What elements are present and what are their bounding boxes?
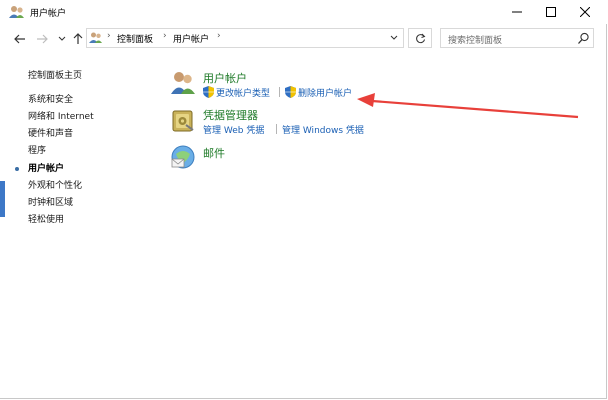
credential-vault-icon[interactable] [170, 107, 196, 133]
control-panel-icon [89, 31, 103, 45]
title-bar: 用户帐户 [0, 0, 607, 24]
navigation-bar: › 控制面板 › 用户帐户 › 搜索控制面板 [0, 27, 607, 51]
users-icon[interactable] [170, 70, 196, 96]
nav-link-clock-region[interactable]: 时钟和区域 [28, 195, 73, 208]
back-button[interactable] [12, 31, 28, 47]
nav-link-system-security[interactable]: 系统和安全 [28, 92, 73, 105]
category-title-mail[interactable]: 邮件 [203, 145, 225, 161]
minimize-button[interactable] [499, 0, 535, 24]
back-arrow-icon [14, 34, 25, 44]
address-bar[interactable]: › 控制面板 › 用户帐户 › [86, 28, 404, 48]
minimize-icon [512, 11, 522, 13]
manage-web-credentials-link[interactable]: 管理 Web 凭据 [203, 123, 264, 136]
current-item-bullet [15, 167, 19, 171]
search-placeholder: 搜索控制面板 [448, 36, 503, 46]
refresh-icon [415, 33, 425, 43]
remove-user-account-link[interactable]: 删除用户帐户 [298, 86, 352, 99]
change-account-type-link[interactable]: 更改帐户类型 [216, 86, 270, 99]
up-button[interactable] [70, 31, 86, 47]
close-icon [580, 7, 590, 17]
control-panel-home-link[interactable]: 控制面板主页 [28, 68, 82, 81]
category-title-credential-manager[interactable]: 凭据管理器 [203, 107, 258, 123]
annotation-arrow-icon [357, 93, 579, 119]
maximize-button[interactable] [533, 0, 569, 24]
search-icon[interactable] [577, 32, 590, 45]
mail-icon[interactable] [170, 144, 196, 170]
uac-shield-icon [203, 86, 214, 98]
category-title-user-accounts[interactable]: 用户帐户 [203, 70, 247, 86]
nav-link-hardware-sound[interactable]: 硬件和声音 [28, 126, 73, 139]
nav-link-appearance[interactable]: 外观和个性化 [28, 178, 82, 191]
recent-locations-button[interactable] [54, 31, 70, 47]
breadcrumb-separator-icon: › [163, 31, 167, 41]
window-title: 用户帐户 [30, 9, 67, 19]
uac-shield-icon [285, 86, 296, 98]
breadcrumb-user-accounts[interactable]: 用户帐户 [173, 32, 209, 45]
chevron-down-icon [390, 35, 398, 40]
nav-link-user-accounts[interactable]: 用户帐户 [28, 161, 64, 174]
nav-link-programs[interactable]: 程序 [28, 143, 46, 156]
breadcrumb-separator-icon: › [217, 31, 221, 41]
breadcrumb-control-panel[interactable]: 控制面板 [117, 32, 153, 45]
users-icon [9, 5, 25, 19]
nav-link-ease-of-access[interactable]: 轻松使用 [28, 212, 64, 225]
forward-arrow-icon [37, 34, 48, 44]
up-arrow-icon [73, 33, 83, 44]
search-input[interactable]: 搜索控制面板 [440, 28, 594, 48]
refresh-button[interactable] [408, 28, 432, 48]
close-button[interactable] [567, 0, 603, 24]
control-panel-window: 用户帐户 › 控制面板 › 用户帐户 › 搜索控制面板 控制面板主页 系统和安全… [0, 0, 607, 399]
maximize-icon [546, 7, 556, 17]
link-divider [279, 87, 280, 97]
link-divider [276, 124, 277, 134]
breadcrumb-separator-icon: › [107, 31, 111, 41]
address-dropdown-button[interactable] [387, 31, 401, 45]
background-window-edge [0, 181, 5, 217]
nav-link-network-internet[interactable]: 网络和 Internet [28, 109, 94, 122]
manage-windows-credentials-link[interactable]: 管理 Windows 凭据 [282, 123, 364, 136]
chevron-down-icon [58, 36, 66, 41]
forward-button[interactable] [34, 31, 50, 47]
